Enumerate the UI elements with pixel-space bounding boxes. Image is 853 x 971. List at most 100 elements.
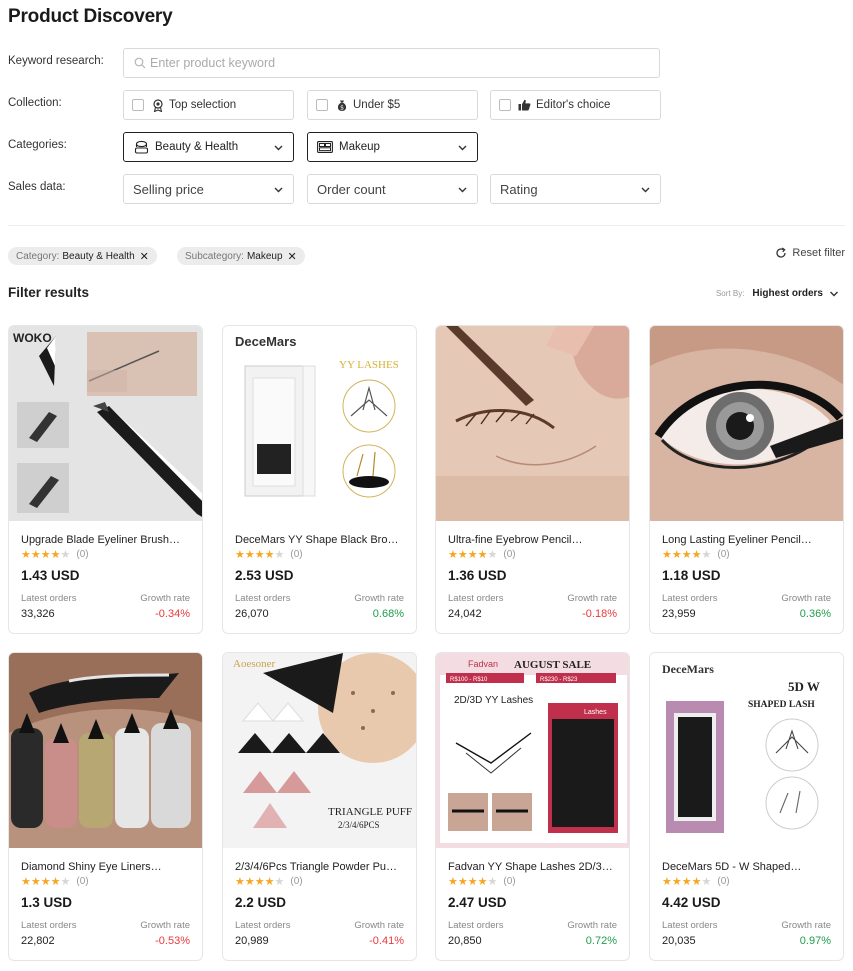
- growth-rate-value: 0.97%: [799, 935, 831, 947]
- brand-logo: WOKO: [13, 331, 52, 345]
- product-card[interactable]: WOKO Upgrade Blade Eyeliner Brush… ★ ★ ★ ★ ★…: [8, 325, 203, 634]
- product-rating: ★ ★ ★ ★ ★ (0): [235, 549, 303, 560]
- results-title: Filter results: [8, 285, 90, 300]
- collection-label: Collection:: [8, 97, 62, 109]
- review-count: (0): [76, 876, 89, 887]
- editors-choice-checkbox[interactable]: [499, 99, 511, 111]
- category-select[interactable]: Beauty & Health: [123, 132, 294, 162]
- growth-rate-value: -0.53%: [155, 935, 190, 947]
- star-rating: ★ ★ ★ ★ ★: [448, 548, 498, 561]
- under-5-checkbox[interactable]: [316, 99, 328, 111]
- remove-chip-icon[interactable]: ✕: [140, 250, 149, 263]
- star-rating: ★ ★ ★ ★ ★: [21, 548, 71, 561]
- product-image: [650, 326, 843, 521]
- product-name[interactable]: Upgrade Blade Eyeliner Brush…: [21, 534, 186, 546]
- reset-filter-label: Reset filter: [792, 247, 845, 259]
- collection-under-5[interactable]: $ Under $5: [307, 90, 478, 120]
- latest-orders-value: 23,959: [662, 608, 696, 620]
- growth-rate-value: -0.34%: [155, 608, 190, 620]
- star-rating: ★ ★ ★ ★ ★: [448, 875, 498, 888]
- latest-orders-value: 24,042: [448, 608, 482, 620]
- review-count: (0): [76, 549, 89, 560]
- review-count: (0): [717, 876, 730, 887]
- product-card[interactable]: DeceMars 5D W SHAPED LASH DeceMars 5D - …: [649, 652, 844, 961]
- growth-rate-label: Growth rate: [354, 920, 404, 931]
- promo-label: R$230 - R$23: [540, 677, 578, 683]
- remove-chip-icon[interactable]: ✕: [288, 250, 297, 263]
- product-image: [9, 653, 202, 848]
- review-count: (0): [290, 876, 303, 887]
- product-card[interactable]: Ultra-fine Eyebrow Pencil… ★ ★ ★ ★ ★ (0) 1.3…: [435, 325, 630, 634]
- rating-value: Rating: [500, 181, 538, 197]
- product-subline: 2D/3D YY Lashes: [454, 695, 533, 706]
- growth-rate-label: Growth rate: [140, 593, 190, 604]
- growth-rate-value: -0.41%: [369, 935, 404, 947]
- latest-orders-label: Latest orders: [21, 593, 77, 604]
- top-selection-checkbox[interactable]: [132, 99, 144, 111]
- product-name[interactable]: Fadvan YY Shape Lashes 2D/3…: [448, 861, 613, 873]
- keyword-search-box[interactable]: [123, 48, 660, 78]
- latest-orders-value: 33,326: [21, 608, 55, 620]
- award-icon: [151, 98, 164, 112]
- product-card[interactable]: Fadvan AUGUST SALE R$100 - R$10 R$230 - …: [435, 652, 630, 961]
- star-rating: ★ ★ ★ ★ ★: [21, 875, 71, 888]
- reset-filter-button[interactable]: Reset filter: [775, 247, 845, 259]
- latest-orders-label: Latest orders: [235, 920, 291, 931]
- product-image: [436, 326, 629, 521]
- star-rating: ★ ★ ★ ★ ★: [662, 548, 712, 561]
- latest-orders-value: 20,989: [235, 935, 269, 947]
- collection-editors-choice[interactable]: Editor's choice: [490, 90, 661, 120]
- subcategory-filter-chip: Subcategory: Makeup ✕: [177, 247, 305, 265]
- brand-logo: Aoesoner: [233, 658, 275, 670]
- product-card[interactable]: Diamond Shiny Eye Liners… ★ ★ ★ ★ ★ (0) 1.3 …: [8, 652, 203, 961]
- review-count: (0): [503, 549, 516, 560]
- chip-key: Category:: [16, 250, 60, 262]
- growth-rate-label: Growth rate: [781, 920, 831, 931]
- category-filter-chip: Category: Beauty & Health ✕: [8, 247, 157, 265]
- sort-label: Sort By:: [715, 289, 745, 298]
- editors-choice-label: Editor's choice: [536, 99, 611, 111]
- product-name[interactable]: 2/3/4/6Pcs Triangle Powder Pu…: [235, 861, 400, 873]
- product-card[interactable]: DeceMars YY LASHES DeceMars YY Shape Bla…: [222, 325, 417, 634]
- under-5-label: Under $5: [353, 99, 401, 111]
- rating-select[interactable]: Rating: [490, 174, 661, 204]
- growth-rate-value: 0.68%: [372, 608, 404, 620]
- chevron-down-icon: [274, 187, 283, 193]
- product-name[interactable]: Ultra-fine Eyebrow Pencil…: [448, 534, 613, 546]
- keyword-search-input[interactable]: [150, 56, 630, 70]
- product-rating: ★ ★ ★ ★ ★ (0): [448, 876, 516, 887]
- collection-top-selection[interactable]: Top selection: [123, 90, 294, 120]
- growth-rate-label: Growth rate: [567, 920, 617, 931]
- growth-rate-label: Growth rate: [140, 920, 190, 931]
- brand-logo: Fadvan: [468, 659, 498, 669]
- order-count-select[interactable]: Order count: [307, 174, 478, 204]
- product-name[interactable]: DeceMars 5D - W Shaped…: [662, 861, 827, 873]
- thumbs-up-icon: [518, 99, 531, 112]
- subcategory-select[interactable]: Makeup: [307, 132, 478, 162]
- sort-control[interactable]: Sort By: Highest orders: [716, 288, 839, 299]
- chevron-down-icon: [641, 187, 650, 193]
- product-price: 2.47 USD: [448, 895, 507, 910]
- latest-orders-label: Latest orders: [662, 593, 718, 604]
- chevron-down-icon: [830, 291, 838, 296]
- product-name[interactable]: DeceMars YY Shape Black Brow…: [235, 534, 400, 546]
- svg-text:$: $: [340, 104, 344, 111]
- product-subline: SHAPED LASH: [748, 700, 815, 710]
- product-card[interactable]: Long Lasting Eyeliner Pencil… ★ ★ ★ ★ ★ (0) …: [649, 325, 844, 634]
- product-rating: ★ ★ ★ ★ ★ (0): [662, 876, 730, 887]
- product-name[interactable]: Long Lasting Eyeliner Pencil…: [662, 534, 827, 546]
- latest-orders-label: Latest orders: [448, 920, 504, 931]
- product-price: 1.18 USD: [662, 568, 721, 583]
- latest-orders-label: Latest orders: [21, 920, 77, 931]
- growth-rate-label: Growth rate: [567, 593, 617, 604]
- product-name[interactable]: Diamond Shiny Eye Liners…: [21, 861, 186, 873]
- star-rating: ★ ★ ★ ★ ★: [235, 875, 285, 888]
- order-count-value: Order count: [317, 181, 386, 197]
- cosmetics-icon: [133, 140, 149, 154]
- subcategory-value: Makeup: [339, 141, 380, 153]
- makeup-palette-icon: [317, 140, 333, 154]
- selling-price-select[interactable]: Selling price: [123, 174, 294, 204]
- review-count: (0): [503, 876, 516, 887]
- product-price: 1.43 USD: [21, 568, 80, 583]
- product-card[interactable]: Aoesoner TRIANGLE PUFF 2/3/4/6PCS 2/3/4/…: [222, 652, 417, 961]
